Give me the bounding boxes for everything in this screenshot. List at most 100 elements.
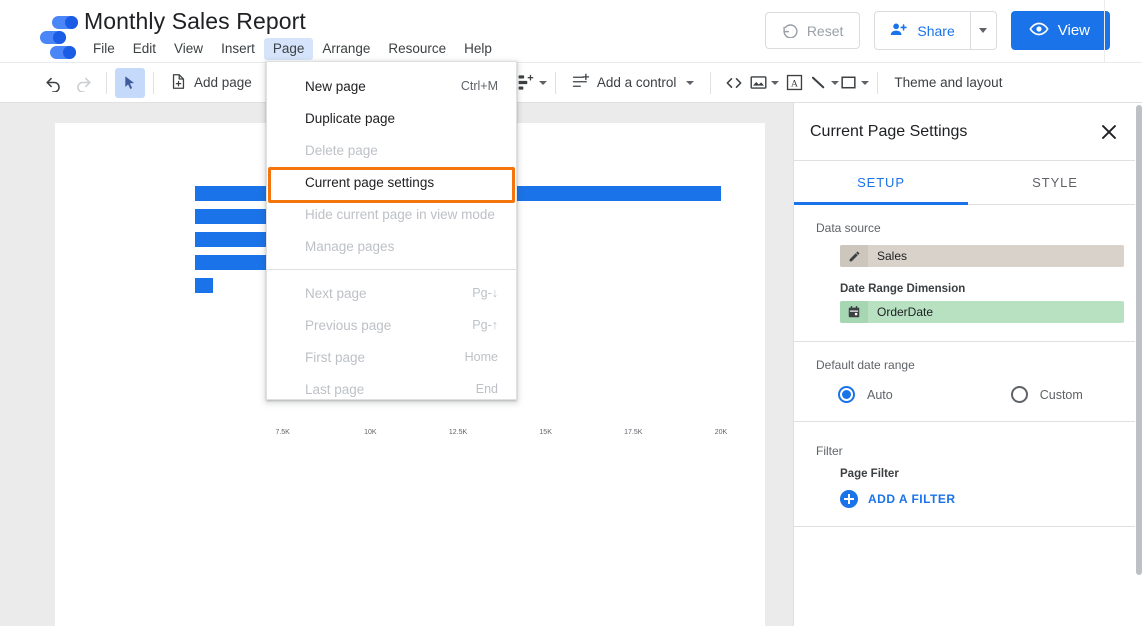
page-menu-item-label: Previous page: [305, 317, 392, 333]
page-menu-item-previous-page: Previous page Pg-↑: [267, 309, 516, 341]
x-axis-tick-label: 20K: [714, 429, 728, 436]
x-axis-tick-label: 7.5K: [275, 429, 290, 436]
chevron-down-icon: [861, 80, 870, 85]
page-menu-item-label: Next page: [305, 285, 367, 301]
date-range-option-custom[interactable]: Custom: [1010, 386, 1083, 403]
menu-item-view[interactable]: View: [165, 38, 212, 60]
page-menu-item-label: Manage pages: [305, 238, 395, 254]
add-a-filter-button[interactable]: ADD A FILTER: [840, 490, 1124, 508]
page-menu-item-shortcut: Home: [464, 350, 498, 364]
svg-text:A: A: [791, 78, 799, 89]
panel-scrollbar[interactable]: [1135, 103, 1142, 626]
tab-setup[interactable]: SETUP: [794, 161, 968, 205]
page-menu-item-first-page: First page Home: [267, 341, 516, 373]
toolbar-divider: [153, 71, 154, 94]
page-menu-dropdown[interactable]: New page Ctrl+M Duplicate page Delete page C…: [266, 61, 517, 400]
x-axis-tick-label: 12.5K: [448, 429, 468, 436]
add-chart-button[interactable]: [517, 68, 547, 98]
calendar-icon: [840, 301, 868, 323]
pencil-icon: [840, 245, 868, 267]
menu-item-file[interactable]: File: [84, 38, 124, 60]
close-icon[interactable]: [1098, 121, 1120, 143]
menu-item-insert[interactable]: Insert: [212, 38, 264, 60]
text-box-button[interactable]: A: [779, 68, 809, 98]
page-menu-item-delete-page: Delete page: [267, 134, 516, 166]
person-add-icon: [889, 20, 908, 42]
toolbar-divider: [554, 71, 556, 94]
page-menu-item-new-page[interactable]: New page Ctrl+M: [267, 70, 516, 102]
tab-style[interactable]: STYLE: [968, 161, 1142, 204]
line-tool-button[interactable]: [809, 68, 840, 98]
shape-tool-button[interactable]: [839, 68, 870, 98]
page-menu-item-manage-pages: Manage pages: [267, 230, 516, 262]
menu-item-resource[interactable]: Resource: [379, 38, 455, 60]
x-axis-tick-label: 17.5K: [624, 429, 643, 436]
page-menu-item-label: Delete page: [305, 142, 378, 158]
page-menu-item-label: Last page: [305, 381, 365, 397]
bar-chart-bar: [195, 278, 213, 293]
default-date-range-section: Default date range Auto Custom: [794, 342, 1142, 422]
menu-item-help[interactable]: Help: [455, 38, 501, 60]
current-page-settings-panel: Current Page Settings SETUP STYLE Data so…: [793, 103, 1142, 626]
share-dropdown-button[interactable]: [969, 12, 996, 49]
bar-chart-x-axis: 7.5K 10K 12.5K 15K 17.5K 20K: [195, 429, 735, 443]
add-a-filter-label: ADD A FILTER: [868, 492, 956, 506]
page-menu-item-label: Current page settings: [305, 174, 435, 190]
date-range-dimension-label: Date Range Dimension: [840, 283, 966, 295]
radio-auto-icon[interactable]: [838, 386, 855, 403]
data-source-section: Data source Sales Date Range Dimension O…: [794, 205, 1142, 342]
page-menu-item-hide-current-page-in-view-mode: Hide current page in view mode: [267, 198, 516, 230]
menu-bar: File Edit View Insert Page Arrange Resource Hel…: [84, 38, 501, 60]
eye-icon: [1029, 19, 1049, 43]
reset-button[interactable]: Reset: [764, 12, 861, 49]
filter-label: Filter: [816, 444, 843, 458]
panel-title: Current Page Settings: [810, 122, 968, 140]
default-date-range-label: Default date range: [816, 358, 915, 372]
top-bar: Monthly Sales Report File Edit View Insert P…: [0, 0, 1142, 62]
theme-and-layout-button[interactable]: Theme and layout: [894, 75, 1002, 90]
date-range-option-custom-label: Custom: [1039, 387, 1083, 402]
undo-icon: [782, 21, 799, 41]
menu-item-edit[interactable]: Edit: [124, 38, 165, 60]
page-menu-item-duplicate-page[interactable]: Duplicate page: [267, 102, 516, 134]
page-menu-item-shortcut: Pg-↓: [472, 286, 498, 300]
view-button[interactable]: View: [1010, 11, 1110, 50]
panel-tabs: SETUP STYLE: [794, 161, 1142, 205]
page-menu-item-shortcut: Ctrl+M: [460, 79, 498, 93]
menu-item-page[interactable]: Page: [263, 38, 314, 60]
date-range-dimension-chip[interactable]: OrderDate: [840, 301, 1124, 323]
x-axis-tick-label: 15K: [539, 429, 552, 436]
undo-button[interactable]: [38, 68, 68, 98]
date-range-dimension-value: OrderDate: [877, 305, 934, 319]
date-range-option-auto-label: Auto: [867, 387, 893, 402]
reset-label: Reset: [806, 22, 844, 39]
page-menu-item-shortcut: Pg-↑: [472, 318, 498, 332]
page-menu-item-shortcut: End: [475, 382, 498, 396]
chevron-down-icon: [979, 28, 988, 33]
page-menu-item-label: Hide current page in view mode: [305, 206, 495, 222]
document-title[interactable]: Monthly Sales Report: [84, 8, 306, 35]
insert-image-button[interactable]: [749, 68, 780, 98]
page-menu-item-current-page-settings[interactable]: Current page settings: [267, 166, 516, 198]
data-source-value: Sales: [877, 249, 908, 263]
page-menu-item-label: New page: [305, 78, 366, 94]
add-page-button[interactable]: Add page: [162, 68, 260, 98]
embed-code-button[interactable]: [719, 68, 749, 98]
data-source-chip[interactable]: Sales: [840, 245, 1124, 267]
share-button[interactable]: Share: [875, 12, 969, 49]
panel-scrollbar-thumb[interactable]: [1136, 105, 1142, 575]
radio-custom-icon[interactable]: [1010, 386, 1028, 403]
page-menu-item-label: First page: [305, 349, 366, 365]
add-page-icon: [170, 73, 187, 93]
date-range-option-auto[interactable]: Auto: [838, 386, 893, 403]
menu-item-arrange[interactable]: Arrange: [313, 38, 379, 60]
x-axis-tick-label: 10K: [364, 429, 377, 436]
top-right-actions: Reset Share View: [764, 11, 1142, 50]
select-tool-button[interactable]: [115, 67, 145, 98]
page-menu-separator: [267, 269, 516, 270]
add-control-button[interactable]: Add a control: [564, 68, 703, 98]
page-filter-label: Page Filter: [840, 468, 899, 480]
redo-button[interactable]: [68, 68, 98, 98]
toolbar-divider: [710, 71, 712, 94]
chevron-down-icon: [538, 80, 547, 85]
